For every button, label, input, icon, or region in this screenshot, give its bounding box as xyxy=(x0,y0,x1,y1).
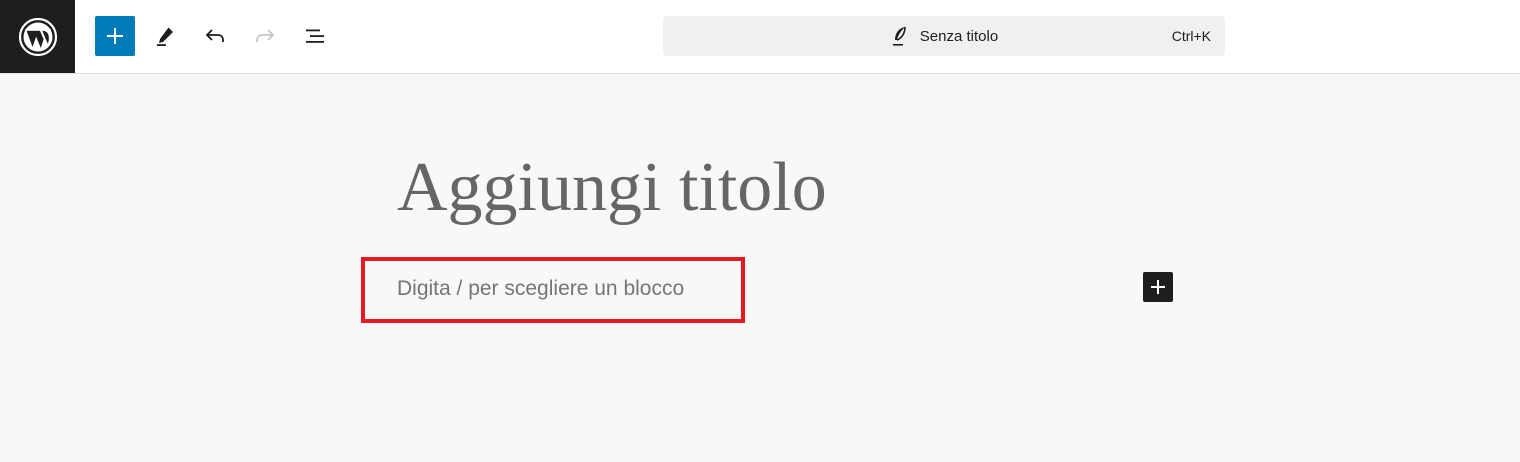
document-title-group: Senza titolo xyxy=(663,16,1225,56)
add-block-button[interactable] xyxy=(1143,272,1173,302)
list-view-icon xyxy=(306,29,324,43)
plus-icon xyxy=(1151,280,1165,294)
wordpress-logo-button[interactable] xyxy=(0,0,75,73)
tools-button[interactable] xyxy=(145,16,185,56)
document-command-bar[interactable]: Senza titolo Ctrl+K xyxy=(663,16,1225,56)
command-shortcut: Ctrl+K xyxy=(1171,28,1211,44)
redo-button[interactable] xyxy=(245,16,285,56)
wordpress-logo-icon xyxy=(18,17,57,56)
feather-icon xyxy=(892,26,906,46)
document-title: Senza titolo xyxy=(919,27,999,45)
post-title-input[interactable]: Aggiungi titolo xyxy=(397,148,827,228)
list-view-button[interactable] xyxy=(295,16,335,56)
block-inserter-toggle[interactable] xyxy=(95,16,135,56)
pencil-icon xyxy=(157,27,173,46)
editor-canvas: Aggiungi titolo Digita / per scegliere u… xyxy=(0,74,1520,462)
redo-icon xyxy=(256,29,275,42)
editor-header: Senza titolo Ctrl+K xyxy=(0,0,1520,74)
undo-button[interactable] xyxy=(195,16,235,56)
plus-icon xyxy=(107,28,123,44)
undo-icon xyxy=(205,29,224,42)
block-placeholder[interactable]: Digita / per scegliere un blocco xyxy=(397,274,684,304)
